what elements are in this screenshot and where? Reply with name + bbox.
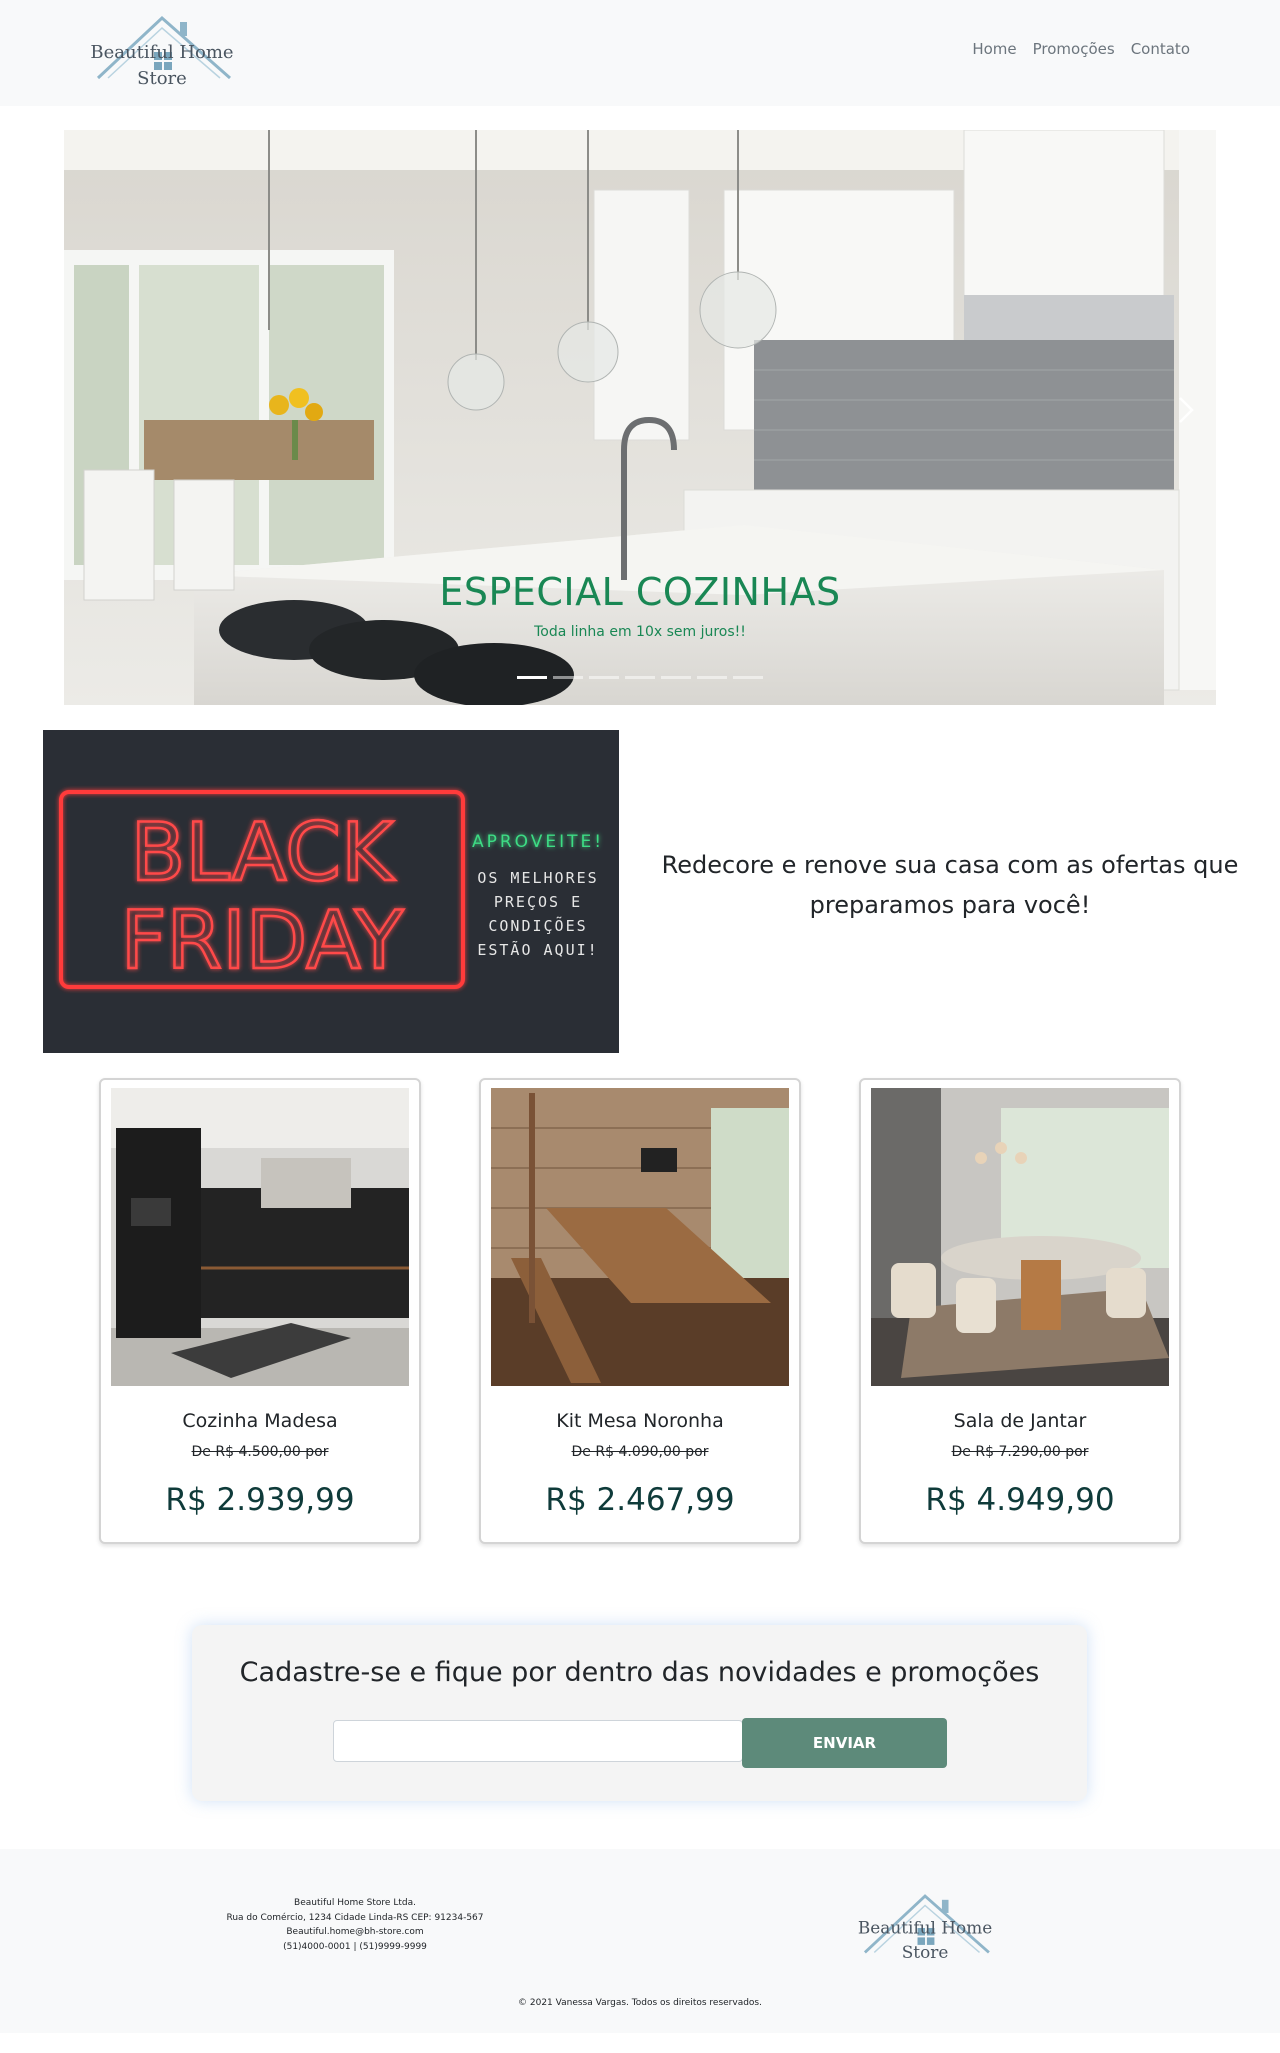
svg-text:OS MELHORES: OS MELHORES	[477, 869, 598, 887]
footer-contact-info: Beautiful Home Store Ltda. Rua do Comérc…	[200, 1896, 510, 1954]
product-card[interactable]: Sala de Jantar De R$ 7.290,00 por R$ 4.9…	[859, 1078, 1181, 1544]
carousel-title: ESPECIAL COZINHAS	[439, 570, 841, 614]
house-logo-icon: Beautiful Home Store	[858, 1894, 992, 1962]
carousel-indicator-5[interactable]	[661, 676, 691, 679]
header-logo[interactable]: Beautiful Home Store	[80, 12, 245, 92]
product-image-cozinha	[111, 1088, 409, 1386]
svg-text:Beautiful Home: Beautiful Home	[90, 42, 233, 63]
product-image-sala	[871, 1088, 1169, 1386]
chevron-right-icon	[1179, 397, 1194, 423]
svg-text:Store: Store	[902, 1942, 949, 1962]
email-field[interactable]	[333, 1720, 743, 1762]
carousel-indicator-4[interactable]	[625, 676, 655, 679]
promo-text: Redecore e renove sua casa com as oferta…	[661, 851, 1239, 919]
svg-text:BLACK: BLACK	[131, 806, 396, 899]
product-price: R$ 2.467,99	[545, 1482, 735, 1518]
footer-email[interactable]: Beautiful.home@bh-store.com	[200, 1925, 510, 1940]
footer-logo[interactable]: Beautiful Home Store	[848, 1890, 1003, 1966]
submit-button[interactable]: ENVIAR	[742, 1718, 947, 1768]
product-price: R$ 2.939,99	[165, 1482, 355, 1518]
black-friday-banner: BLACK FRIDAY APROVEITE! OS MELHORES PREÇ…	[43, 730, 619, 1053]
hero-carousel: ESPECIAL COZINHAS Toda linha em 10x sem …	[64, 130, 1216, 705]
house-logo-icon: Beautiful Home Store	[90, 15, 234, 89]
carousel-indicator-2[interactable]	[553, 676, 583, 679]
footer-address: Rua do Comércio, 1234 Cidade Linda-RS CE…	[226, 1912, 484, 1923]
product-old-price: De R$ 4.090,00 por	[571, 1444, 709, 1460]
nav-link-promocoes[interactable]: Promoções	[1033, 40, 1115, 58]
svg-text:ESTÃO AQUI!: ESTÃO AQUI!	[477, 940, 598, 959]
product-name: Cozinha Madesa	[182, 1410, 338, 1432]
footer-phones: (51)4000-0001 | (51)9999-9999	[283, 1941, 427, 1952]
carousel-next-button[interactable]	[1166, 380, 1206, 440]
carousel-indicator-1[interactable]	[517, 676, 547, 679]
main-nav: Home Promoções Contato	[972, 40, 1190, 58]
product-card[interactable]: Cozinha Madesa De R$ 4.500,00 por R$ 2.9…	[99, 1078, 421, 1544]
product-image-mesa	[491, 1088, 789, 1386]
footer-company: Beautiful Home Store Ltda.	[294, 1898, 416, 1908]
svg-text:Store: Store	[137, 68, 187, 89]
site-header: Beautiful Home Store Home Promoções Cont…	[0, 0, 1280, 106]
carousel-caption: ESPECIAL COZINHAS Toda linha em 10x sem …	[64, 570, 1216, 640]
carousel-indicators	[0, 676, 1280, 679]
product-name: Kit Mesa Noronha	[556, 1410, 724, 1432]
svg-text:CONDIÇÕES: CONDIÇÕES	[488, 916, 587, 935]
carousel-subtitle: Toda linha em 10x sem juros!!	[534, 624, 746, 640]
svg-text:APROVEITE!: APROVEITE!	[472, 832, 604, 852]
product-price: R$ 4.949,90	[925, 1482, 1115, 1518]
copyright: © 2021 Vanessa Vargas. Todos os direitos…	[518, 1998, 762, 2008]
nav-link-home[interactable]: Home	[972, 40, 1016, 58]
carousel-indicator-3[interactable]	[589, 676, 619, 679]
nav-link-contato[interactable]: Contato	[1131, 40, 1190, 58]
product-name: Sala de Jantar	[953, 1410, 1087, 1432]
product-old-price: De R$ 4.500,00 por	[191, 1444, 329, 1460]
svg-text:Beautiful Home: Beautiful Home	[858, 1918, 992, 1938]
carousel-indicator-6[interactable]	[697, 676, 727, 679]
product-card[interactable]: Kit Mesa Noronha De R$ 4.090,00 por R$ 2…	[479, 1078, 801, 1544]
newsletter-section: Cadastre-se e fique por dentro das novid…	[192, 1625, 1087, 1801]
svg-text:PREÇOS E: PREÇOS E	[494, 893, 582, 911]
product-old-price: De R$ 7.290,00 por	[951, 1444, 1089, 1460]
carousel-indicator-7[interactable]	[733, 676, 763, 679]
svg-text:FRIDAY: FRIDAY	[121, 894, 405, 987]
newsletter-title: Cadastre-se e fique por dentro das novid…	[239, 1657, 1040, 1688]
